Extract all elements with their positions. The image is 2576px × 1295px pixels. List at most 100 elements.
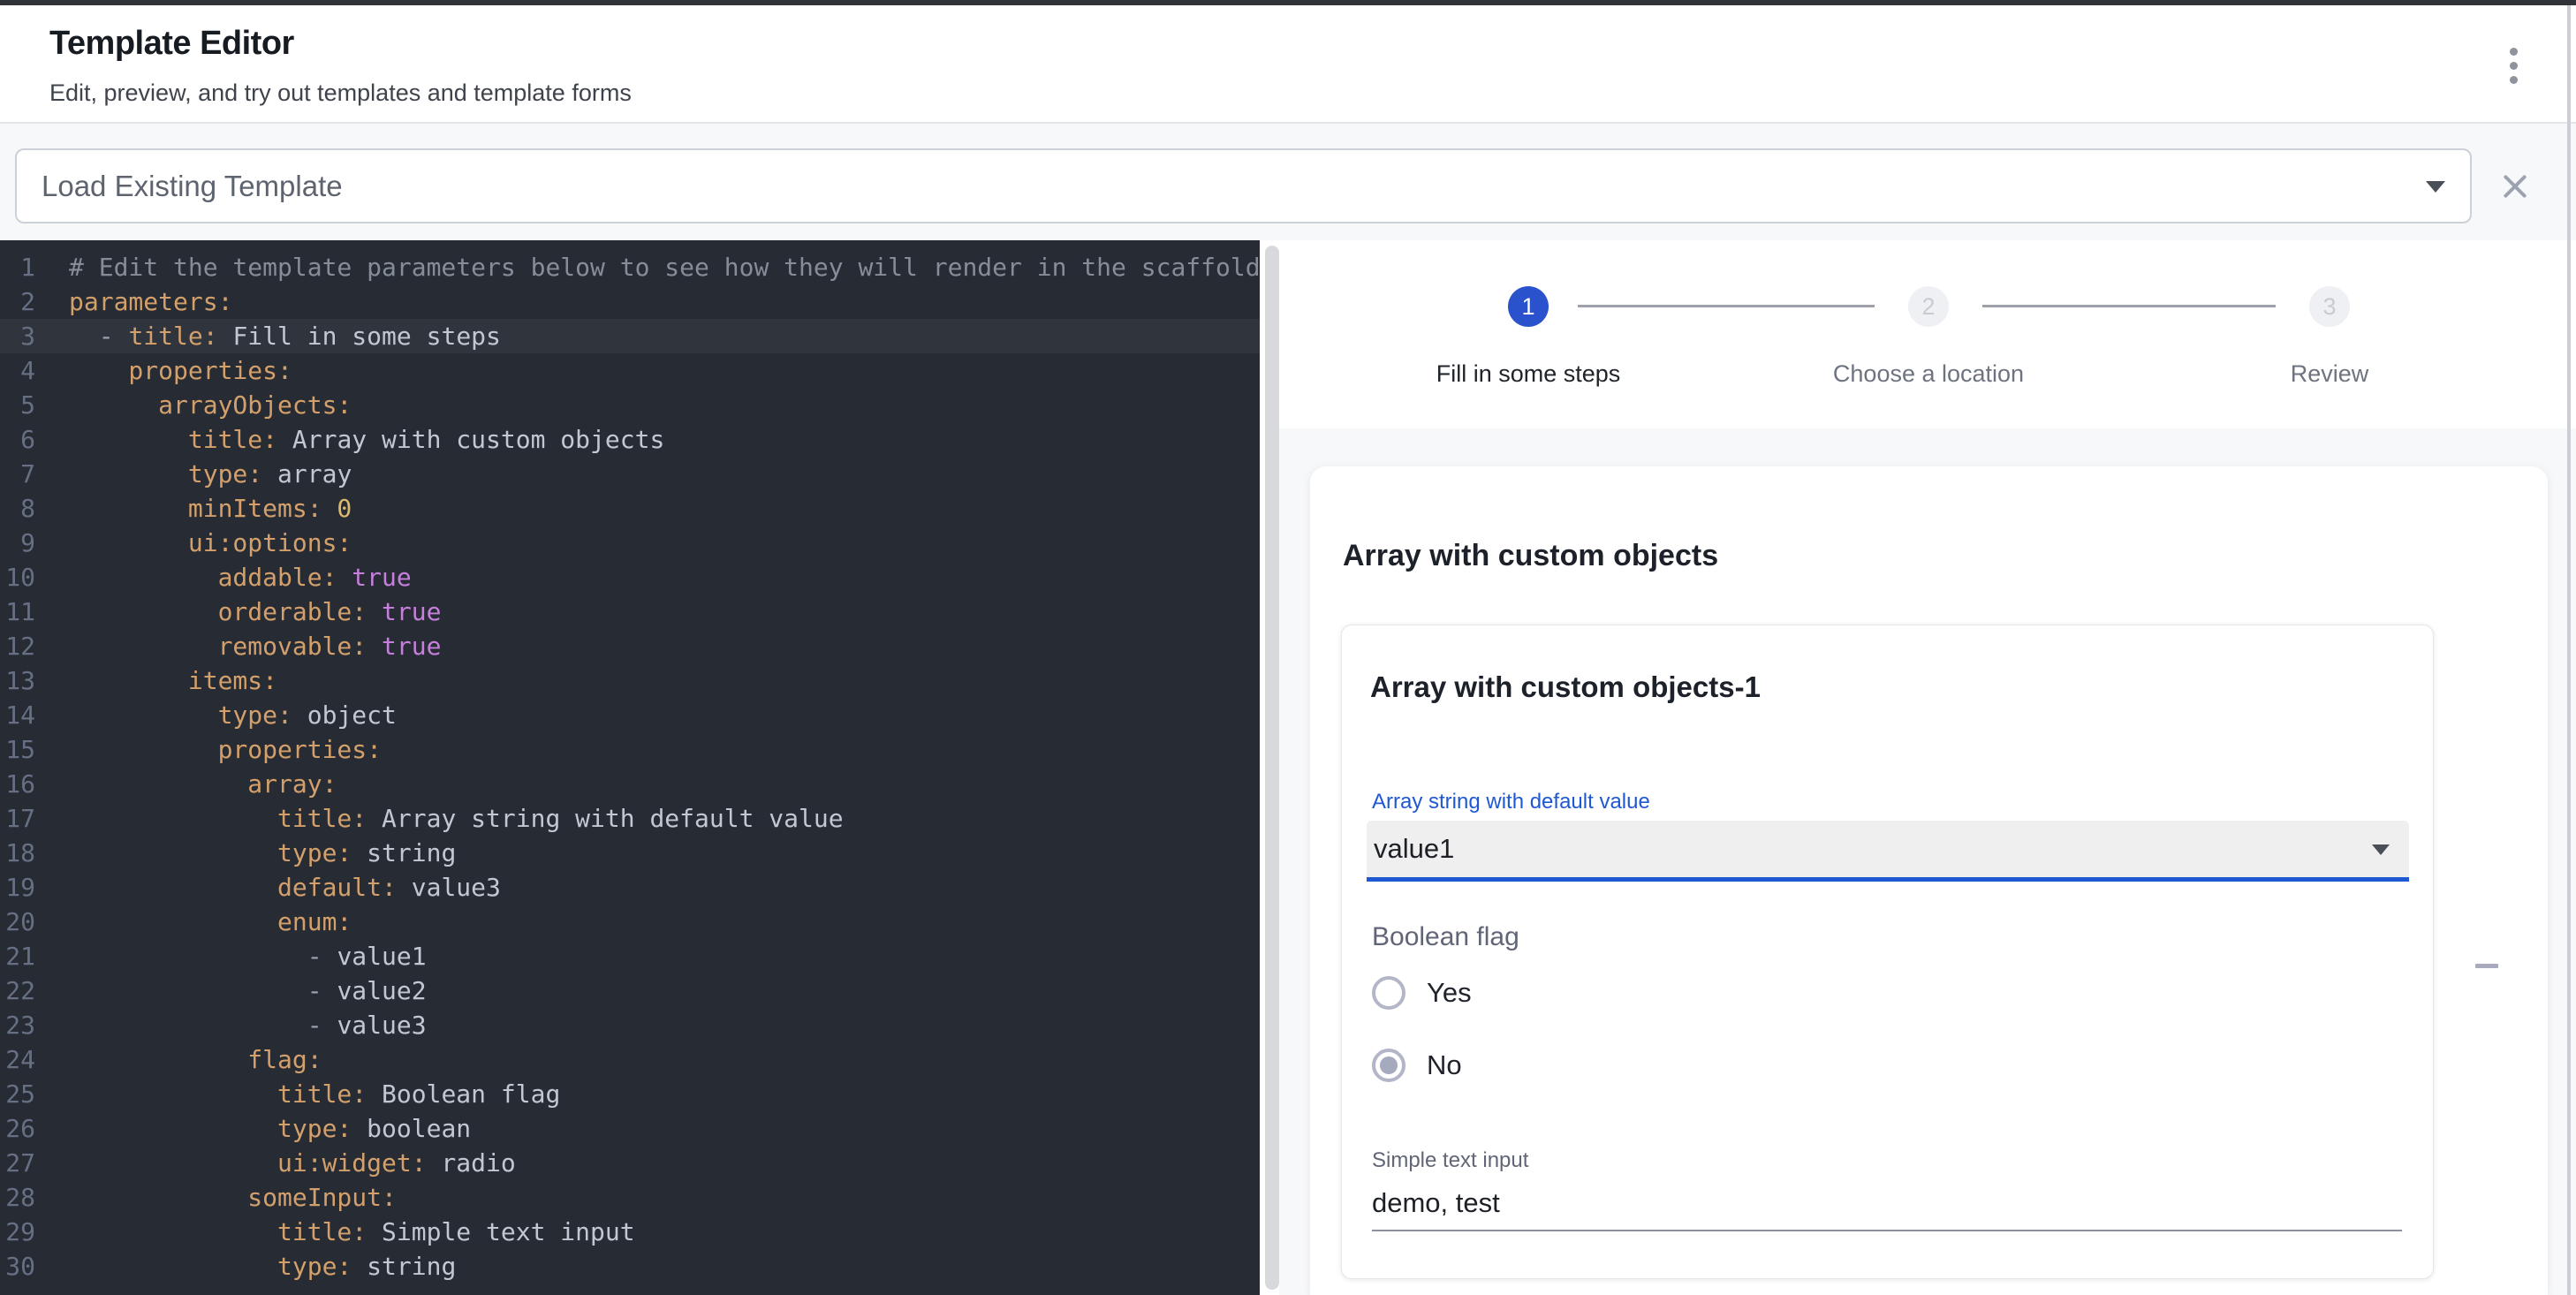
- line-number: 10: [0, 560, 35, 594]
- yaml-code-editor[interactable]: 1# Edit the template parameters below to…: [0, 240, 1260, 1295]
- code-line[interactable]: 25 title: Boolean flag: [0, 1077, 1260, 1111]
- line-number: 18: [0, 836, 35, 870]
- code-line[interactable]: 15 properties:: [0, 732, 1260, 767]
- code-token: true: [367, 597, 441, 626]
- code-line[interactable]: 4 properties:: [0, 353, 1260, 388]
- code-line[interactable]: 16 array:: [0, 767, 1260, 801]
- line-number: 19: [0, 870, 35, 905]
- code-line[interactable]: 24 flag:: [0, 1042, 1260, 1077]
- code-token: items:: [69, 666, 277, 695]
- code-token: array:: [69, 769, 337, 799]
- code-line[interactable]: 13 items:: [0, 663, 1260, 698]
- radio-option-yes[interactable]: Yes: [1372, 973, 1472, 1013]
- code-token: parameters:: [69, 287, 232, 316]
- step-connector: [1982, 305, 2276, 307]
- clear-template-button[interactable]: [2490, 162, 2540, 211]
- load-existing-template-select[interactable]: Load Existing Template: [15, 148, 2472, 223]
- code-line[interactable]: 5 arrayObjects:: [0, 388, 1260, 422]
- code-token: value3: [397, 873, 501, 902]
- line-number: 30: [0, 1249, 35, 1284]
- code-token: default:: [69, 873, 397, 902]
- step-label-2[interactable]: Choose a location: [1743, 360, 2114, 388]
- code-line[interactable]: 22 - value2: [0, 973, 1260, 1008]
- line-number: 8: [0, 491, 35, 526]
- step-circle-3[interactable]: 3: [2309, 286, 2350, 327]
- input-underline: [1372, 1230, 2402, 1231]
- code-token: value3: [337, 1011, 426, 1040]
- kebab-dot: [2510, 76, 2518, 84]
- code-line[interactable]: 9 ui:options:: [0, 526, 1260, 560]
- stepper: 1 2 3 Fill in some steps Choose a locati…: [1279, 240, 2576, 428]
- code-token: -: [69, 976, 337, 1005]
- line-number: 4: [0, 353, 35, 388]
- step-circle-1[interactable]: 1: [1508, 286, 1549, 327]
- step-circle-2[interactable]: 2: [1908, 286, 1949, 327]
- line-number: 22: [0, 973, 35, 1008]
- code-token: type:: [69, 459, 262, 488]
- step-label-3[interactable]: Review: [2144, 360, 2515, 388]
- code-line[interactable]: 1# Edit the template parameters below to…: [0, 250, 1260, 284]
- radio-label-yes: Yes: [1427, 977, 1472, 1009]
- code-token: radio: [427, 1148, 516, 1178]
- code-line[interactable]: 27 ui:widget: radio: [0, 1146, 1260, 1180]
- step-label-1[interactable]: Fill in some steps: [1343, 360, 1714, 388]
- page-subtitle: Edit, preview, and try out templates and…: [49, 80, 632, 107]
- code-line[interactable]: 21 - value1: [0, 939, 1260, 973]
- code-token: value2: [337, 976, 426, 1005]
- radio-option-no[interactable]: No: [1372, 1045, 1462, 1086]
- more-options-button[interactable]: [2489, 41, 2538, 90]
- code-line[interactable]: 14 type: object: [0, 698, 1260, 732]
- code-token: properties:: [69, 356, 292, 385]
- code-token: -: [69, 942, 337, 971]
- code-token: Fill in some steps: [218, 322, 501, 351]
- code-line[interactable]: 8 minItems: 0: [0, 491, 1260, 526]
- code-line[interactable]: 7 type: array: [0, 457, 1260, 491]
- code-token: type:: [69, 1252, 352, 1281]
- code-token: someInput:: [69, 1183, 397, 1212]
- kebab-dot: [2510, 62, 2518, 70]
- code-line[interactable]: 6 title: Array with custom objects: [0, 422, 1260, 457]
- line-number: 13: [0, 663, 35, 698]
- line-number: 7: [0, 457, 35, 491]
- simple-text-input-label: Simple text input: [1372, 1148, 1528, 1173]
- code-line[interactable]: 11 orderable: true: [0, 594, 1260, 629]
- line-number: 2: [0, 284, 35, 319]
- line-number: 14: [0, 698, 35, 732]
- line-number: 9: [0, 526, 35, 560]
- form-section-title: Array with custom objects: [1343, 539, 1718, 573]
- minus-icon: [2475, 964, 2498, 968]
- page-header: Template Editor Edit, preview, and try o…: [0, 5, 2576, 124]
- line-number: 17: [0, 801, 35, 836]
- radio-icon-yes[interactable]: [1372, 976, 1405, 1010]
- code-line[interactable]: 26 type: boolean: [0, 1111, 1260, 1146]
- code-line[interactable]: 28 someInput:: [0, 1180, 1260, 1215]
- code-token: Simple text input: [367, 1217, 634, 1246]
- editor-scrollbar-thumb[interactable]: [1265, 246, 1279, 1290]
- code-line[interactable]: 2 parameters:: [0, 284, 1260, 319]
- radio-icon-no[interactable]: [1372, 1049, 1405, 1082]
- code-token: minItems:: [69, 494, 322, 523]
- code-token: array: [262, 459, 352, 488]
- code-line[interactable]: 17 title: Array string with default valu…: [0, 801, 1260, 836]
- code-line[interactable]: 19 default: value3: [0, 870, 1260, 905]
- code-token: # Edit the template parameters below to …: [69, 253, 1260, 282]
- code-line[interactable]: 29 title: Simple text input: [0, 1215, 1260, 1249]
- code-line[interactable]: 30 type: string: [0, 1249, 1260, 1284]
- code-line[interactable]: 18 type: string: [0, 836, 1260, 870]
- code-line[interactable]: 10 addable: true: [0, 560, 1260, 594]
- remove-array-item-button[interactable]: [2460, 939, 2513, 992]
- code-line[interactable]: 23 - value3: [0, 1008, 1260, 1042]
- line-number: 12: [0, 629, 35, 663]
- code-token: title:: [69, 425, 277, 454]
- code-token: arrayObjects:: [69, 390, 352, 420]
- array-string-select[interactable]: value1: [1367, 821, 2409, 882]
- line-number: 24: [0, 1042, 35, 1077]
- code-token: boolean: [352, 1114, 471, 1143]
- code-token: title:: [69, 1217, 367, 1246]
- code-line[interactable]: 20 enum:: [0, 905, 1260, 939]
- code-line[interactable]: 12 removable: true: [0, 629, 1260, 663]
- code-line[interactable]: 3 - title: Fill in some steps: [0, 319, 1260, 353]
- code-token: true: [367, 632, 441, 661]
- simple-text-input[interactable]: demo, test: [1372, 1187, 1500, 1219]
- line-number: 6: [0, 422, 35, 457]
